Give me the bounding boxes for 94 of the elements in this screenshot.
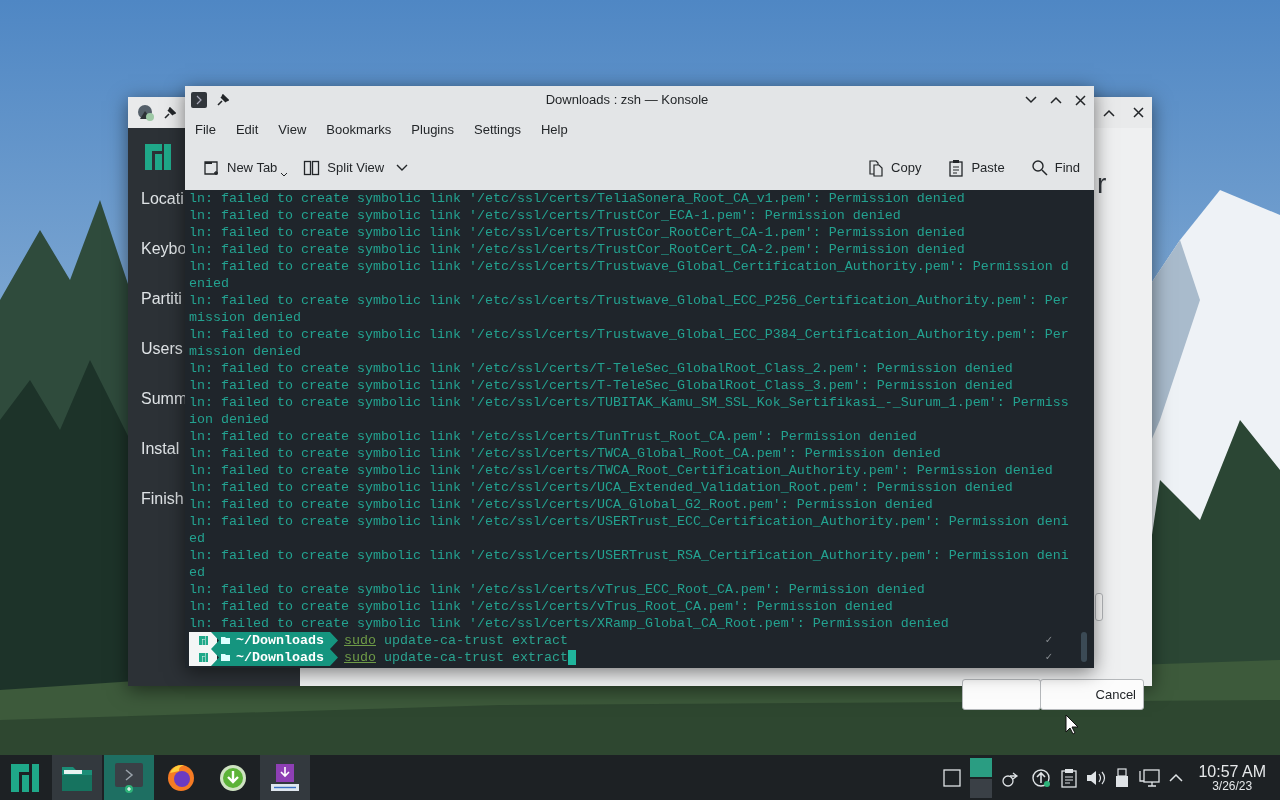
- terminal-icon: [115, 762, 143, 793]
- taskbar-app[interactable]: [52, 755, 102, 800]
- sidebar-item[interactable]: Partiti: [141, 290, 182, 308]
- volume-icon[interactable]: [1086, 768, 1107, 787]
- terminal-line: ln: failed to create symbolic link '/etc/ssl/certs/T-TeleSec_GlobalRoot_Class_3.pem': Permission denied: [189, 377, 1014, 394]
- terminal-line: ln: failed to create symbolic link '/etc/ssl/certs/vTrus_Root_CA.pem': Permission denied: [189, 598, 894, 615]
- terminal-line: ln: failed to create symbolic link '/etc/ssl/certs/Trustwave_Global_ECC_P256_Certification_Authority.pem': Per: [189, 292, 1070, 309]
- new-tab-icon: [203, 159, 221, 177]
- terminal-line: ln: failed to create symbolic link '/etc/ssl/certs/UCA_Global_G2_Root.pem': Permission denied: [189, 496, 934, 513]
- caret-icon[interactable]: [281, 173, 288, 177]
- paste-icon: [947, 159, 966, 177]
- network-icon[interactable]: [1138, 767, 1161, 788]
- terminal-line: ln: failed to create symbolic link '/etc/ssl/certs/T-TeleSec_GlobalRoot_Class_2.pem': Permission denied: [189, 360, 1014, 377]
- menu-item[interactable]: Bookmarks: [320, 120, 398, 140]
- terminal-line: ln: failed to create symbolic link '/etc/ssl/certs/vTrus_ECC_Root_CA.pem': Permission denied: [189, 581, 926, 598]
- terminal-line: ln: failed to create symbolic link '/etc/ssl/certs/Trustwave_Global_ECC_P384_Certification_Authority.pem': Per: [189, 326, 1070, 343]
- logo-icon: [198, 636, 208, 645]
- expand-icon[interactable]: [1169, 773, 1184, 782]
- status-mark: ✓: [1045, 650, 1052, 665]
- command-prefix: sudo: [344, 649, 376, 666]
- page-heading: r: [1097, 170, 1107, 198]
- maximize-icon[interactable]: [1103, 108, 1115, 117]
- terminal-line: ion denied: [189, 411, 270, 428]
- command-prefix: sudo: [344, 632, 376, 649]
- terminal-line: ed: [189, 564, 206, 581]
- clipboard-icon[interactable]: [1061, 767, 1078, 788]
- command-text: update-ca-trust extract: [384, 632, 568, 649]
- clock-time[interactable]: 10:57 AM: [1198, 763, 1266, 780]
- split-view-button[interactable]: Split View: [297, 154, 391, 182]
- pin-icon[interactable]: [217, 94, 229, 106]
- sidebar-item[interactable]: Finish: [141, 490, 184, 508]
- sidebar-item[interactable]: Users: [141, 340, 183, 358]
- terminal-icon: [191, 92, 207, 108]
- copy-icon: [867, 159, 886, 177]
- terminal-line: ln: failed to create symbolic link '/etc/ssl/certs/TWCA_Global_Root_CA.pem': Permission denied: [189, 445, 942, 462]
- pin-icon[interactable]: [164, 106, 176, 119]
- new-tab-button[interactable]: New Tab: [197, 154, 284, 182]
- sidebar-item[interactable]: Locati: [141, 190, 184, 208]
- terminal-line: ln: failed to create symbolic link '/etc/ssl/certs/TrustCor_ECA-1.pem': Permission denied: [189, 207, 902, 224]
- sidebar-item[interactable]: Keybo: [141, 240, 187, 258]
- mouse-pointer-icon: [1065, 714, 1079, 735]
- pager-icon[interactable]: [970, 757, 993, 798]
- caret-icon[interactable]: [396, 164, 409, 172]
- command-text: update-ca-trust extract: [384, 649, 568, 666]
- menu-item[interactable]: File: [189, 120, 222, 140]
- logo-icon: [198, 653, 208, 662]
- close-icon[interactable]: [1133, 107, 1144, 118]
- terminal-line: mission denied: [189, 343, 302, 360]
- terminal-line: ln: failed to create symbolic link '/etc/ssl/certs/USERTrust_RSA_Certification_Authority.pem': Permission deni: [189, 547, 1070, 564]
- status-mark: ✓: [1045, 633, 1052, 648]
- download-icon: [219, 763, 247, 792]
- close-icon[interactable]: [1075, 94, 1086, 106]
- paste-button[interactable]: Paste: [941, 154, 1011, 182]
- prompt-path: ~/Downloads: [236, 632, 324, 649]
- menu-item[interactable]: Edit: [229, 120, 265, 140]
- find-button[interactable]: Find: [1024, 154, 1086, 182]
- terminal-line: enied: [189, 275, 230, 292]
- scrollbar[interactable]: [1081, 632, 1087, 662]
- menu-item[interactable]: View: [272, 120, 313, 140]
- clock-date[interactable]: 3/26/23: [1212, 779, 1253, 792]
- maximize-icon[interactable]: [1050, 96, 1062, 104]
- terminal-line: ln: failed to create symbolic link '/etc/ssl/certs/TUBITAK_Kamu_SM_SSL_Kok_Sertifikasi_-_Surum_1.pem': Permiss: [189, 394, 1070, 411]
- terminal-line: ln: failed to create symbolic link '/etc/ssl/certs/TrustCor_RootCert_CA-1.pem': Permission denied: [189, 224, 966, 241]
- update-icon[interactable]: [1032, 767, 1053, 788]
- menu-item[interactable]: Settings: [468, 120, 527, 140]
- terminal-line: ln: failed to create symbolic link '/etc/ssl/certs/TrustCor_RootCert_CA-2.pem': Permission denied: [189, 241, 966, 258]
- app-icon: [136, 102, 156, 123]
- terminal-line: ln: failed to create symbolic link '/etc/ssl/certs/TunTrust_Root_CA.pem': Permission denied: [189, 428, 918, 445]
- folder-icon: [62, 764, 92, 791]
- logo-icon: [145, 144, 171, 170]
- menu-item[interactable]: Help: [534, 120, 574, 140]
- split-view-icon: [303, 159, 322, 177]
- terminal-line: ln: failed to create symbolic link '/etc/ssl/certs/TWCA_Root_Certification_Authority.pem': Permission denied: [189, 462, 1054, 479]
- installer-icon: [271, 763, 299, 792]
- folder-icon: [221, 637, 230, 644]
- taskbar-app[interactable]: [260, 755, 310, 800]
- terminal-line: ln: failed to create symbolic link '/etc/ssl/certs/USERTrust_ECC_Certification_Authority.pem': Permission deni: [189, 513, 1070, 530]
- window-title: Downloads : zsh — Konsole: [545, 92, 709, 108]
- logo-icon: [11, 763, 39, 792]
- show-desktop-icon[interactable]: [943, 768, 962, 787]
- terminal-line: ln: failed to create symbolic link '/etc/ssl/certs/UCA_Extended_Validation_Root.pem': Permission denied: [189, 479, 1014, 496]
- terminal-line: ln: failed to create symbolic link '/etc/ssl/certs/XRamp_Global_CA_Root.pem': Permission denied: [189, 615, 950, 632]
- terminal-line: ln: failed to create symbolic link '/etc/ssl/certs/Trustwave_Global_Certification_Authority.pem': Permission d: [189, 258, 1070, 275]
- terminal-line: ed: [189, 530, 206, 547]
- terminal-line: mission denied: [189, 309, 302, 326]
- minimize-icon[interactable]: [1025, 96, 1037, 104]
- browser-icon: [166, 762, 196, 793]
- cancel-button[interactable]: Cancel: [1040, 679, 1144, 710]
- search-icon: [1030, 159, 1049, 177]
- prompt-path: ~/Downloads: [236, 649, 324, 666]
- copy-button[interactable]: Copy: [861, 154, 928, 182]
- sidebar-item[interactable]: Instal: [141, 440, 180, 458]
- terminal-line: ln: failed to create symbolic link '/etc/ssl/certs/TeliaSonera_Root_CA_v1.pem': Permission denied: [189, 190, 966, 207]
- menu-item[interactable]: Plugins: [405, 120, 460, 140]
